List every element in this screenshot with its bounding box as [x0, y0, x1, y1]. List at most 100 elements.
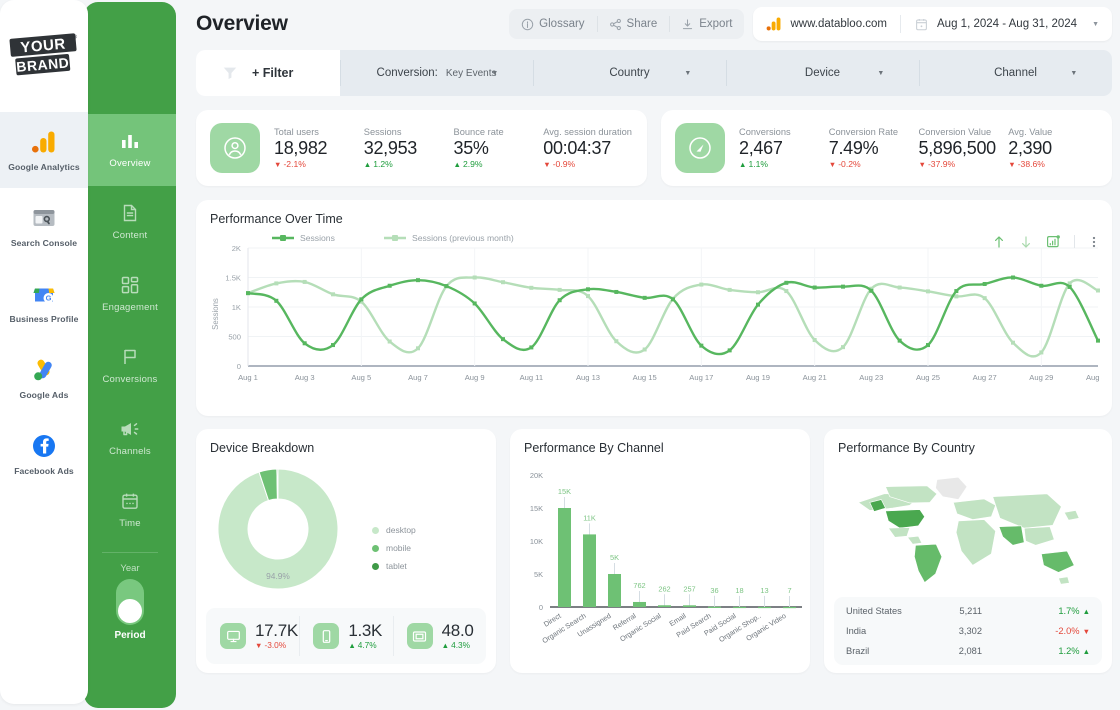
date-range-text: Aug 1, 2024 - Aug 31, 2024	[937, 18, 1077, 30]
nav-label: Conversions	[102, 374, 157, 385]
left-rails: Overview Content Engagement	[0, 0, 186, 710]
svg-text:Aug 1: Aug 1	[238, 373, 258, 382]
card-title: Device Breakdown	[196, 429, 496, 455]
chart-toolbar	[992, 234, 1100, 249]
country-value: 3,302	[938, 626, 982, 636]
account-item-facebook-ads[interactable]: Facebook Ads	[0, 416, 88, 492]
account-item-business-profile[interactable]: G Business Profile	[0, 264, 88, 340]
section-nav-rail: Overview Content Engagement	[84, 2, 176, 708]
svg-text:15K: 15K	[558, 487, 571, 496]
date-range-selector[interactable]: Aug 1, 2024 - Aug 31, 2024 ▼	[901, 7, 1112, 41]
kpi-label: Total users	[274, 127, 364, 137]
tablet-icon	[407, 623, 433, 649]
kpi-row: Total users 18,982 ▼-2.1% Sessions 32,95…	[196, 110, 1112, 186]
account-item-search-console[interactable]: Search Console	[0, 188, 88, 264]
svg-text:5K: 5K	[534, 570, 543, 579]
add-filter-button[interactable]: + Filter	[196, 50, 340, 96]
account-item-google-ads[interactable]: Google Ads	[0, 340, 88, 416]
nav-item-content[interactable]: Content	[84, 186, 176, 258]
kpi-delta-value: -0.9%	[553, 159, 575, 169]
country-delta-value: -2.0%	[1055, 626, 1079, 636]
sort-descending-icon[interactable]	[1019, 235, 1033, 249]
nav-item-conversions[interactable]: Conversions	[84, 330, 176, 402]
nav-item-engagement[interactable]: Engagement	[84, 258, 176, 330]
kpi-delta: ▼-0.9%	[543, 159, 633, 169]
country-row-india[interactable]: India 3,302 -2.0%▼	[846, 626, 1090, 636]
site-selector[interactable]: www.databloo.com	[753, 7, 900, 41]
svg-text:Aug 5: Aug 5	[351, 373, 371, 382]
kpi-delta-value: 1.1%	[748, 159, 768, 169]
card-title: Performance By Country	[824, 429, 1112, 455]
page-title: Overview	[196, 12, 288, 36]
svg-text:500: 500	[228, 333, 241, 342]
device-stat-desktop: 17.7K ▼-3.0%	[206, 608, 299, 664]
donut-chart-canvas[interactable]: 94.9%	[196, 455, 496, 615]
share-label: Share	[627, 18, 658, 30]
flag-icon	[120, 347, 140, 367]
sort-ascending-icon[interactable]	[992, 235, 1006, 249]
grid-icon	[120, 275, 140, 295]
filter-country-label: Country	[609, 67, 649, 79]
filter-channel[interactable]: Channel ▼	[919, 50, 1112, 96]
kpi-delta: ▼-0.2%	[829, 159, 919, 169]
kpi-label: Conversions	[739, 127, 829, 137]
device-delta-value: 4.3%	[451, 640, 470, 650]
svg-text:36: 36	[710, 586, 718, 595]
country-value: 5,211	[938, 606, 982, 616]
svg-text:Aug 17: Aug 17	[689, 373, 713, 382]
glossary-label: Glossary	[539, 18, 584, 30]
page-header: Overview Glossary Share	[196, 0, 1112, 46]
chevron-down-icon: ▼	[877, 70, 884, 77]
kpi-total-users: Total users 18,982 ▼-2.1%	[274, 127, 364, 170]
svg-text:®: ®	[73, 33, 78, 40]
country-name: Brazil	[846, 646, 938, 656]
svg-text:Aug 23: Aug 23	[859, 373, 883, 382]
more-options-icon[interactable]	[1088, 235, 1100, 249]
export-button[interactable]: Export	[669, 9, 744, 39]
account-label: Business Profile	[10, 314, 79, 324]
kpi-value: 32,953	[364, 138, 454, 159]
kpi-delta-value: -2.1%	[283, 159, 305, 169]
filter-device[interactable]: Device ▼	[726, 50, 919, 96]
svg-text:Aug 19: Aug 19	[746, 373, 770, 382]
line-chart-canvas[interactable]: SessionsSessions (previous month)05001K1…	[202, 226, 1102, 398]
nav-item-channels[interactable]: Channels	[84, 402, 176, 474]
glossary-button[interactable]: Glossary	[509, 9, 596, 39]
nav-item-overview[interactable]: Overview	[84, 114, 176, 186]
card-title: Performance Over Time	[196, 200, 1112, 226]
toolbar-divider	[1074, 235, 1075, 248]
nav-item-time[interactable]: Time	[84, 474, 176, 546]
country-row-brazil[interactable]: Brazil 2,081 1.2%▲	[846, 646, 1090, 656]
kpi-avg-session-duration: Avg. session duration 00:04:37 ▼-0.9%	[543, 127, 633, 170]
account-label: Facebook Ads	[14, 466, 74, 476]
kpi-delta: ▲1.2%	[364, 159, 454, 169]
kpi-conversion-rate: Conversion Rate 7.49% ▼-0.2%	[829, 127, 919, 170]
period-toggle[interactable]	[116, 579, 144, 625]
svg-text:20K: 20K	[530, 471, 543, 480]
google-analytics-icon	[766, 16, 782, 32]
your-brand-logo-icon: YOUR BRAND ®	[5, 28, 83, 84]
bottom-row: Device Breakdown 94.9% desktop mobile ta…	[196, 429, 1112, 673]
svg-text:257: 257	[683, 584, 695, 593]
share-button[interactable]: Share	[597, 9, 670, 39]
kpi-conversion-value: Conversion Value 5,896,500 ▼-37.9%	[919, 127, 1009, 170]
chart-type-icon[interactable]	[1046, 234, 1061, 249]
kpi-delta-value: -37.9%	[928, 159, 955, 169]
world-map[interactable]	[824, 457, 1110, 605]
device-value: 48.0	[442, 622, 474, 641]
svg-text:Aug 15: Aug 15	[633, 373, 657, 382]
site-name: www.databloo.com	[790, 18, 887, 30]
device-breakdown-card: Device Breakdown 94.9% desktop mobile ta…	[196, 429, 496, 673]
account-label: Search Console	[11, 238, 77, 248]
legend-swatch	[372, 545, 379, 552]
filter-country[interactable]: Country ▼	[533, 50, 726, 96]
user-circle-icon	[210, 123, 260, 173]
filter-conversion[interactable]: Conversion: Key Events ▼	[340, 50, 533, 96]
svg-text:10K: 10K	[530, 537, 543, 546]
bar-chart-canvas[interactable]: 05K10K15K20K15KDirect11KOrganic Search5K…	[510, 455, 810, 673]
country-row-united-states[interactable]: United States 5,211 1.7%▲	[846, 606, 1090, 616]
bar-chart-icon	[120, 131, 140, 151]
account-item-google-analytics[interactable]: Google Analytics	[0, 112, 88, 188]
google-ads-icon	[31, 357, 57, 383]
kpi-label: Avg. Value	[1008, 127, 1098, 137]
